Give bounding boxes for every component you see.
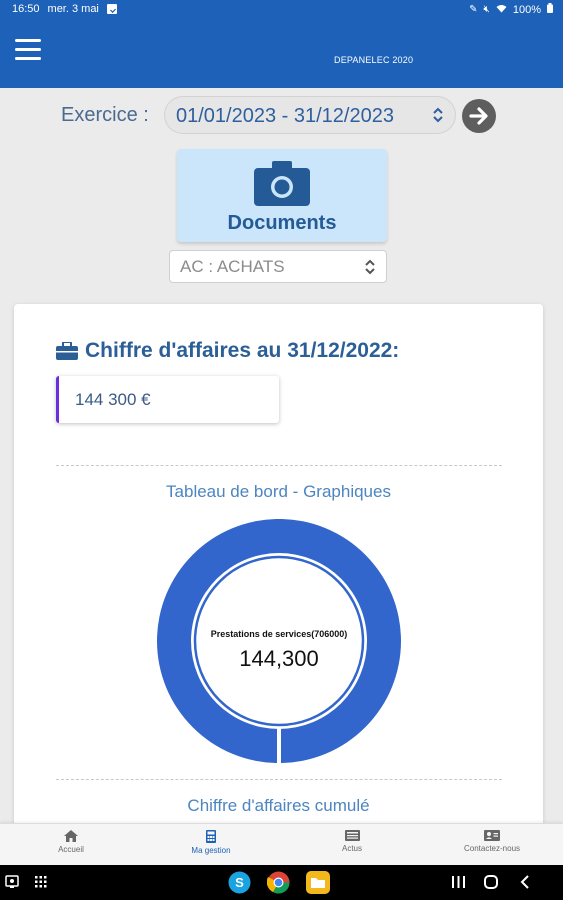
nav-accueil-label: Accueil bbox=[58, 845, 84, 854]
status-time: 16:50 bbox=[12, 3, 40, 15]
divider bbox=[56, 465, 502, 466]
camera-icon bbox=[254, 161, 310, 206]
arrow-right-icon bbox=[469, 107, 488, 125]
nav-ma-gestion[interactable]: Ma gestion bbox=[156, 830, 266, 855]
exercice-select[interactable]: 01/01/2023 - 31/12/2023 bbox=[164, 96, 456, 134]
chrome-icon[interactable] bbox=[267, 871, 290, 894]
journal-value: AC : ACHATS bbox=[180, 257, 285, 276]
app-header: DEPANELEC 2020 bbox=[0, 20, 563, 88]
select-chevron-icon bbox=[433, 107, 443, 123]
android-nav-bar: S bbox=[0, 865, 563, 900]
calculator-icon bbox=[206, 830, 216, 843]
cumul-title: Chiffre d'affaires cumulé bbox=[187, 796, 370, 815]
pen-icon: ✎ bbox=[469, 4, 478, 15]
wifi-icon bbox=[496, 4, 507, 17]
ca-value: 144 300 € bbox=[75, 390, 151, 409]
status-date: mer. 3 mai bbox=[47, 3, 99, 15]
nav-contact-label: Contactez-nous bbox=[463, 844, 521, 853]
home-nav-icon[interactable] bbox=[484, 875, 498, 889]
skype-icon[interactable]: S bbox=[228, 871, 251, 894]
calendar-check-icon bbox=[106, 4, 117, 14]
status-bar: 16:50 mer. 3 mai ✎ 🔇︎ 100% bbox=[0, 0, 563, 20]
battery-icon bbox=[547, 3, 553, 17]
screenshot-icon[interactable] bbox=[5, 875, 19, 889]
ca-value-box: 144 300 € bbox=[56, 376, 279, 423]
dashboard-title: Tableau de bord - Graphiques bbox=[166, 482, 391, 501]
donut-center-label: Prestations de services(706000) bbox=[210, 629, 348, 639]
svg-text:S: S bbox=[235, 875, 244, 890]
select-chevron-icon bbox=[365, 259, 375, 275]
nav-actus[interactable]: Actus bbox=[297, 830, 407, 853]
divider bbox=[56, 779, 502, 780]
donut-chart[interactable] bbox=[157, 519, 401, 763]
journal-select[interactable]: AC : ACHATS bbox=[169, 250, 387, 283]
news-icon bbox=[344, 830, 360, 841]
briefcase-icon bbox=[56, 342, 78, 360]
documents-button[interactable]: Documents bbox=[177, 149, 387, 242]
nav-ma-gestion-label: Ma gestion bbox=[191, 846, 231, 855]
go-arrow-button[interactable] bbox=[462, 99, 496, 133]
ca-title-text: Chiffre d'affaires au 31/12/2022: bbox=[85, 339, 400, 362]
donut-center-value: 144,300 bbox=[239, 646, 319, 671]
bottom-nav: Accueil Ma gestion Actus Contactez-nous bbox=[0, 823, 563, 865]
folder-icon[interactable] bbox=[306, 871, 330, 894]
recent-apps-icon[interactable] bbox=[452, 876, 465, 888]
exercice-value: 01/01/2023 - 31/12/2023 bbox=[176, 105, 394, 127]
battery-percent: 100% bbox=[512, 4, 541, 16]
nav-contact[interactable]: Contactez-nous bbox=[437, 830, 547, 853]
exercice-label: Exercice : bbox=[61, 104, 149, 126]
back-icon[interactable] bbox=[520, 875, 530, 889]
contact-card-icon bbox=[484, 830, 500, 841]
app-grid-icon[interactable] bbox=[35, 876, 47, 888]
menu-icon[interactable] bbox=[15, 39, 41, 61]
nav-accueil[interactable]: Accueil bbox=[16, 830, 126, 854]
company-name: DEPANELEC 2020 bbox=[334, 55, 414, 65]
nav-actus-label: Actus bbox=[341, 844, 362, 853]
donut-inner-ring bbox=[193, 555, 365, 727]
ca-title: Chiffre d'affaires au 31/12/2022: bbox=[56, 339, 399, 363]
mute-icon: 🔇︎ bbox=[483, 4, 490, 15]
documents-label: Documents bbox=[227, 212, 337, 234]
home-icon bbox=[64, 830, 78, 842]
